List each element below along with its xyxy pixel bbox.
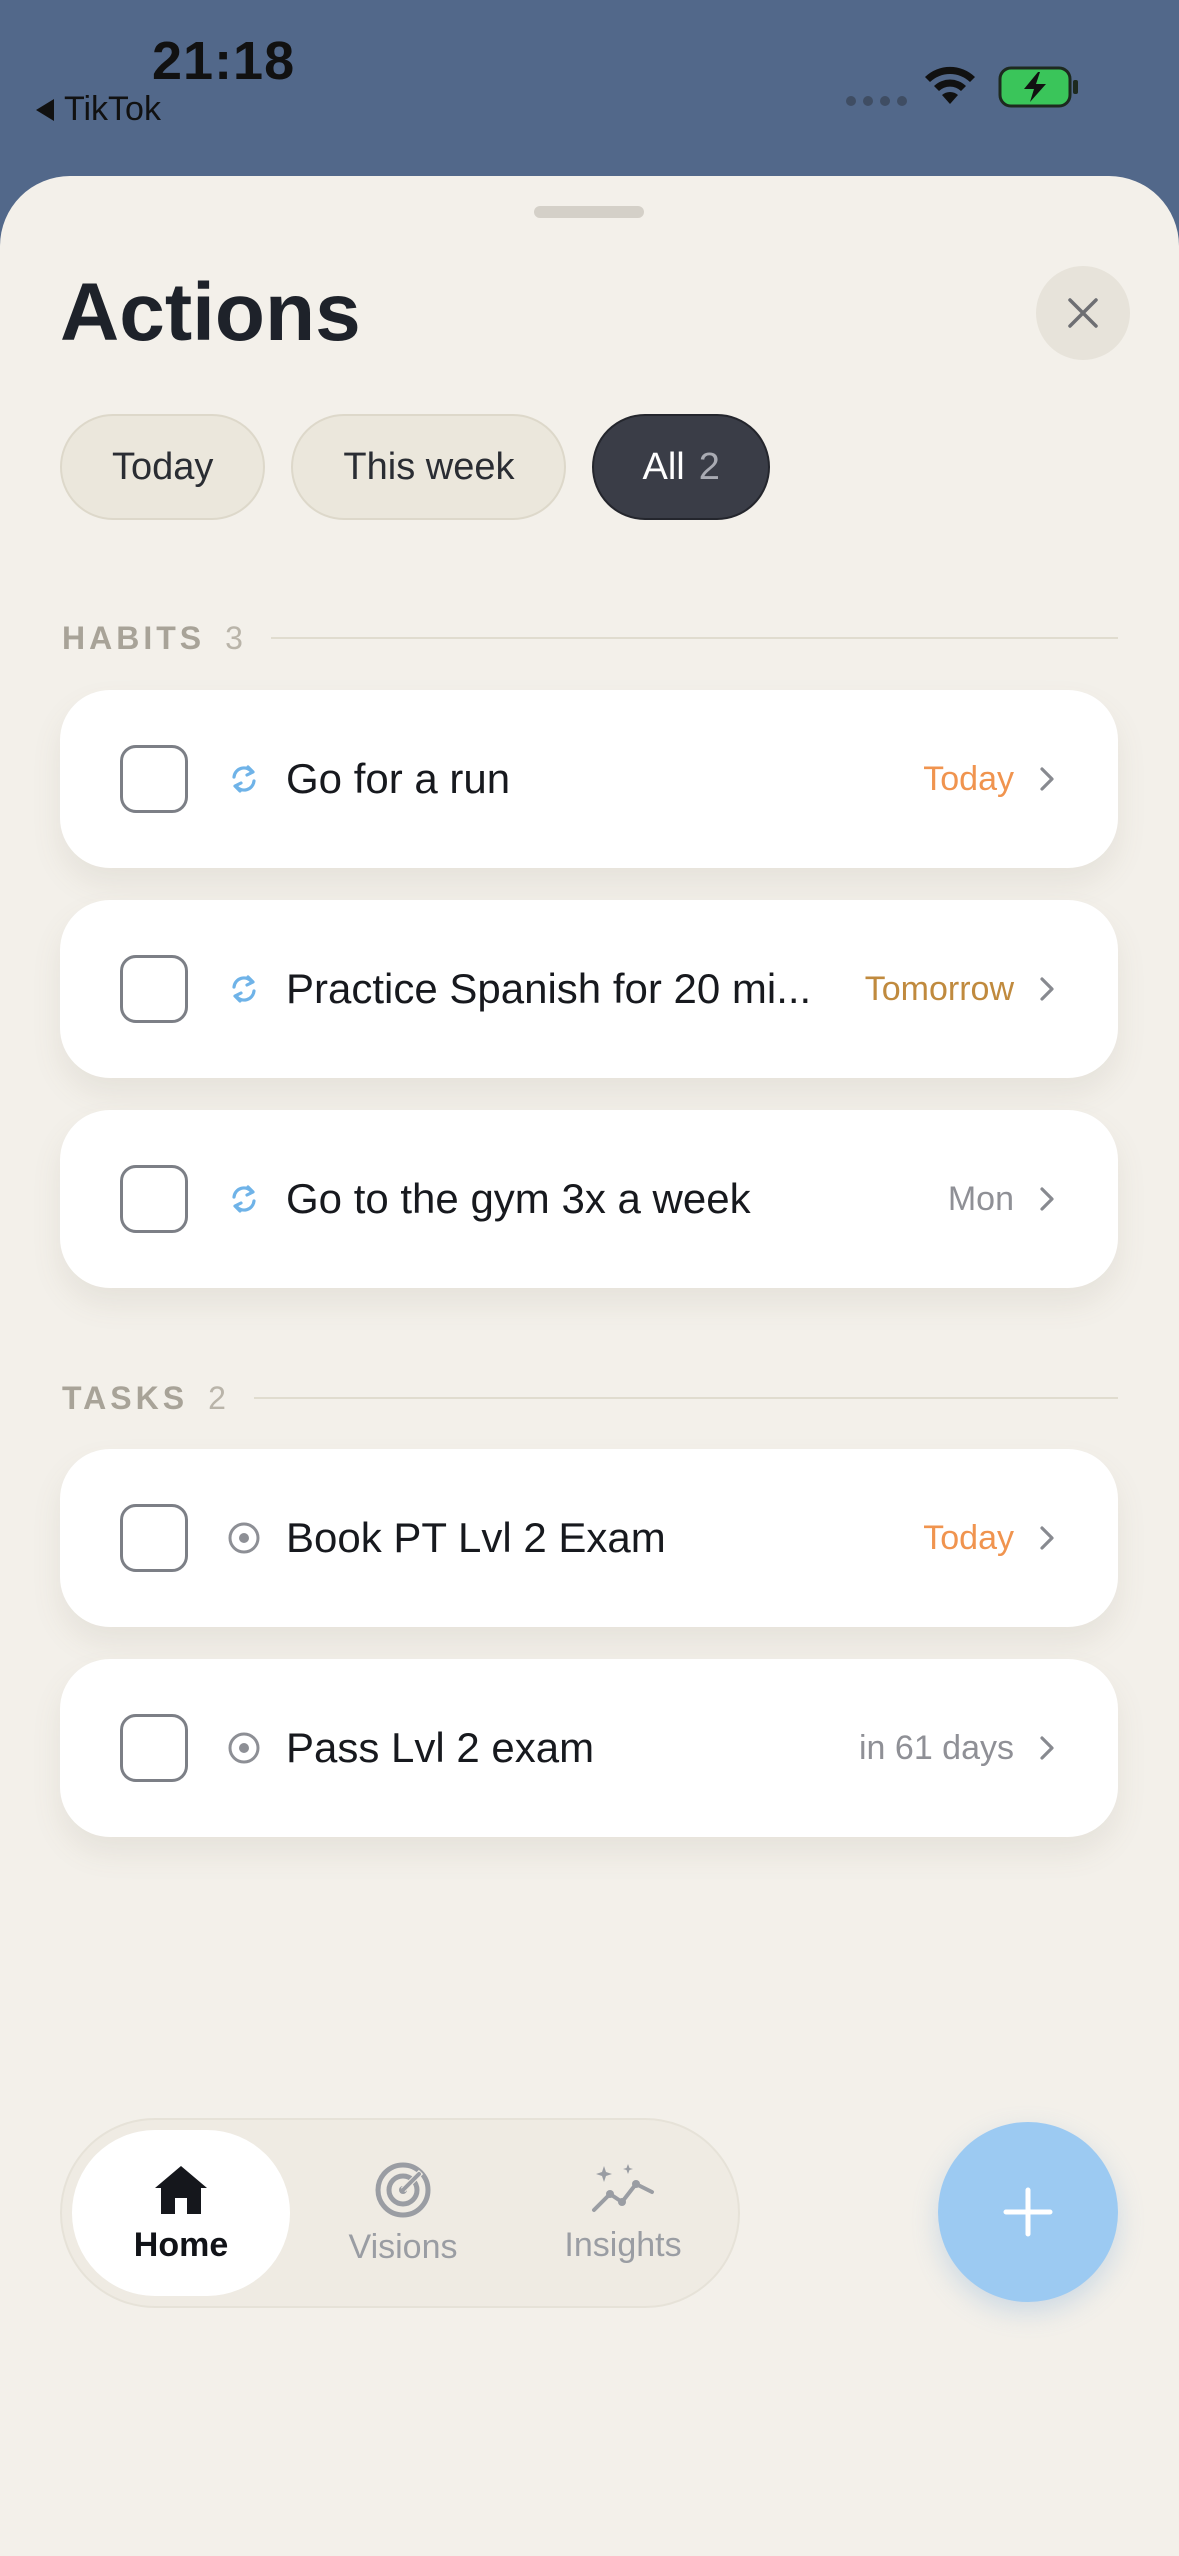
status-time: 21:18 <box>152 31 296 91</box>
close-icon <box>1068 298 1098 328</box>
habit-name: Go to the gym 3x a week <box>286 1175 751 1222</box>
checkbox[interactable] <box>120 1165 188 1233</box>
due-label: Today <box>923 759 1014 798</box>
chevron-right-icon <box>1040 1736 1054 1760</box>
due-label: in 61 days <box>859 1728 1014 1767</box>
due-label: Tomorrow <box>864 969 1014 1008</box>
task-name: Pass Lvl 2 exam <box>286 1724 595 1771</box>
repeat-icon <box>224 969 264 1009</box>
chevron-right-icon <box>1040 977 1054 1001</box>
sparkle-chart-icon <box>592 2163 654 2212</box>
target-dot-icon <box>224 1728 264 1768</box>
habits-section-header: HABITS 3 <box>62 618 1118 658</box>
tab-insights[interactable]: Insights <box>514 2130 732 2296</box>
back-app-label: TikTok <box>64 90 161 128</box>
radar-icon <box>375 2162 431 2217</box>
target-dot-icon <box>224 1518 264 1558</box>
tab-label: Visions <box>348 2227 458 2266</box>
habit-row[interactable]: Go for a run Today <box>60 690 1118 868</box>
habit-name: Practice Spanish for 20 mi... <box>286 965 812 1012</box>
chevron-right-icon <box>1040 767 1054 791</box>
wifi-icon <box>925 66 975 104</box>
section-count: 2 <box>208 1379 226 1416</box>
status-bar: 21:18 TikTok <box>0 0 1179 176</box>
battery-charging-icon <box>998 66 1078 108</box>
chevron-right-icon <box>1040 1187 1054 1211</box>
checkbox[interactable] <box>120 1504 188 1572</box>
filter-chips: Today This week All 2 <box>60 414 770 520</box>
due-label: Mon <box>947 1179 1014 1218</box>
tasks-section-header: TASKS 2 <box>62 1378 1118 1418</box>
due-label: Today <box>923 1518 1014 1557</box>
section-divider <box>270 637 1118 639</box>
tab-label: Insights <box>564 2225 682 2264</box>
tab-visions[interactable]: Visions <box>294 2130 512 2296</box>
home-icon <box>155 2165 207 2214</box>
back-triangle-icon <box>36 98 54 121</box>
tab-label: Home <box>133 2225 229 2264</box>
filter-today-chip[interactable]: Today <box>60 414 266 520</box>
bottom-tab-bar: Home Visions Insights <box>60 2118 740 2308</box>
task-name: Book PT Lvl 2 Exam <box>286 1514 666 1561</box>
task-row[interactable]: Book PT Lvl 2 Exam Today <box>60 1449 1118 1627</box>
task-row[interactable]: Pass Lvl 2 exam in 61 days <box>60 1659 1118 1837</box>
tab-home[interactable]: Home <box>72 2130 290 2296</box>
back-to-app-link[interactable]: TikTok <box>36 90 161 129</box>
checkbox[interactable] <box>120 745 188 813</box>
close-button[interactable] <box>1036 266 1130 360</box>
repeat-icon <box>224 759 264 799</box>
filter-this-week-chip[interactable]: This week <box>291 414 567 520</box>
chevron-right-icon <box>1040 1526 1054 1550</box>
filter-count: 2 <box>698 445 720 488</box>
checkbox[interactable] <box>120 1714 188 1782</box>
habit-row[interactable]: Practice Spanish for 20 mi... Tomorrow <box>60 900 1118 1078</box>
habit-row[interactable]: Go to the gym 3x a week Mon <box>60 1110 1118 1288</box>
filter-all-chip[interactable]: All 2 <box>592 414 770 520</box>
section-label: TASKS <box>62 1379 189 1416</box>
filter-label: This week <box>343 445 515 488</box>
repeat-icon <box>224 1179 264 1219</box>
sheet-grabber[interactable] <box>534 206 644 218</box>
section-divider <box>253 1397 1118 1399</box>
checkbox[interactable] <box>120 955 188 1023</box>
page-title: Actions <box>60 267 361 358</box>
plus-icon <box>1003 2187 1053 2237</box>
filter-label: Today <box>112 445 214 488</box>
habit-name: Go for a run <box>286 755 511 802</box>
section-label: HABITS <box>62 619 206 656</box>
cellular-signal-icon <box>846 96 907 106</box>
section-count: 3 <box>225 619 243 656</box>
filter-label: All <box>642 445 685 488</box>
add-action-button[interactable] <box>938 2122 1118 2302</box>
